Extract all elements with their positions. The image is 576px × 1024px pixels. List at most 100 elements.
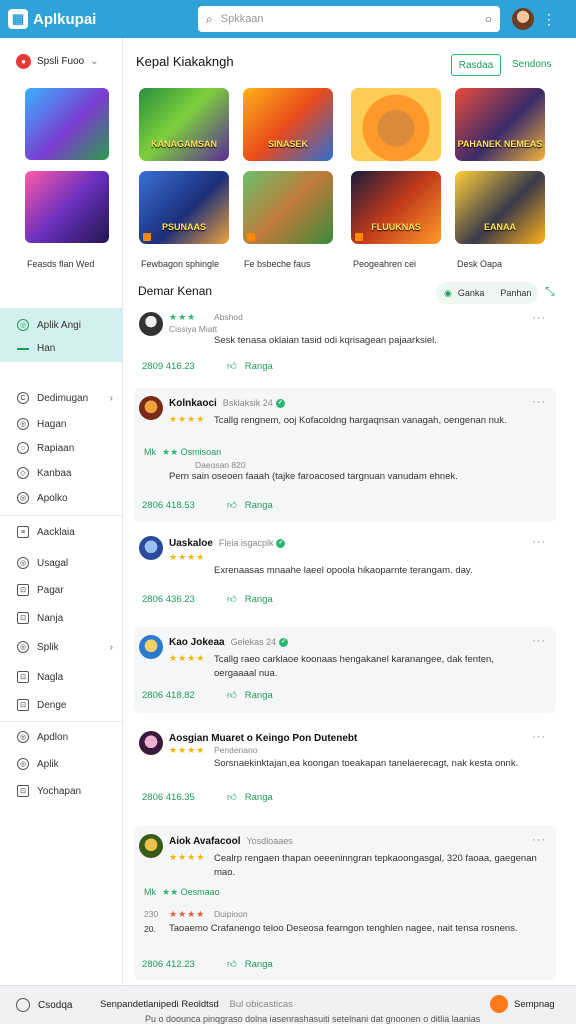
target-icon: ◎	[17, 758, 29, 770]
review-card: Aosgian Muaret o Keingo Pon Dutenebt ···…	[134, 723, 556, 819]
sidebar-item-apdlon[interactable]: ◎ Apdlon	[17, 731, 113, 743]
see-all-link[interactable]: Sendons	[512, 59, 551, 70]
reviewer-avatar[interactable]	[139, 834, 163, 858]
sidebar-item-yochapan[interactable]: ⊡ Yochapan	[17, 785, 113, 797]
sidebar-item-nagla[interactable]: ⊡ Nagla	[17, 671, 113, 683]
sidebar-item-usagal[interactable]: ◎ Usagal	[17, 557, 113, 569]
like-button[interactable]: 👍︎ Ranga	[227, 791, 273, 804]
sidebar-item-denge[interactable]: ⊡ Denge	[17, 699, 113, 711]
review-date: Gelekas 24	[230, 637, 277, 647]
primary-outline-button[interactable]: Rasdaa	[451, 54, 501, 76]
game-tile[interactable]	[243, 171, 333, 244]
sidebar-item-kanbaa[interactable]: ◇ Kanbaa	[17, 467, 113, 479]
target-icon: ◎	[17, 492, 29, 504]
reply-stars: ★★	[162, 887, 179, 897]
more-options-icon[interactable]: ···	[532, 635, 546, 647]
like-button[interactable]: 👍︎ Ranga	[226, 593, 273, 606]
like-button[interactable]: 👍︎ Ranga	[227, 499, 273, 512]
main-content: Kepal Kiakakngh Rasdaa Sendons KANAGAMSA…	[123, 38, 576, 985]
review-footer: 2806 418.53 👍︎ Ranga	[142, 499, 273, 512]
sidebar-item-active[interactable]: ◎ Aplik Angi	[17, 319, 113, 331]
app-logo[interactable]: ▦ Aplkupai	[8, 9, 198, 29]
bottom-right-item[interactable]: Sempnag	[490, 995, 555, 1013]
game-tile[interactable]: KANAGAMSAN	[139, 88, 229, 161]
game-tile[interactable]: FLUUKNAS	[351, 171, 441, 244]
review-subline: Pendenano	[214, 745, 258, 755]
sidebar-thumbnail-1[interactable]	[25, 88, 109, 160]
collapse-icon[interactable]: ⤡	[545, 284, 555, 299]
reply-lead: 230	[144, 909, 159, 919]
game-title: EANAA	[483, 222, 516, 232]
more-vertical-icon[interactable]: ⋮	[542, 11, 556, 28]
like-button[interactable]: 👍︎ Ranga	[227, 689, 273, 702]
more-options-icon[interactable]: ···	[532, 536, 546, 548]
list-icon: ≡	[17, 526, 29, 538]
review-text: Sorsnaekinktajan,ea koongan toeakapan ta…	[214, 758, 519, 769]
more-options-icon[interactable]: ···	[532, 834, 546, 846]
game-tile[interactable]: PSUNAAS	[139, 171, 229, 244]
user-avatar[interactable]	[512, 8, 534, 30]
doc-icon: ⊡	[17, 699, 29, 711]
review-text: Tcallg raeo carklaoe koonaas hengakanel …	[214, 654, 494, 679]
sidebar-thumbnail-2[interactable]	[25, 171, 109, 243]
sidebar-item-label: Aacklaia	[37, 526, 75, 538]
sidebar-item-splik[interactable]: ◎ Splik ›	[17, 641, 113, 653]
like-label: Ranga	[244, 689, 273, 701]
like-button[interactable]: 👍︎ Ranga	[227, 360, 273, 373]
review-filter-chip[interactable]: ◉ Ganka Panhan	[436, 282, 538, 304]
sidebar-item-pagar[interactable]: ⊡ Pagar	[17, 584, 113, 596]
like-label: Ranga	[244, 593, 273, 605]
reply-header: Mk ★★ Osmisoan	[144, 447, 221, 458]
review-count: 2806 418.53	[142, 499, 195, 511]
review-footer: 2806 418.82 👍︎ Ranga	[142, 689, 273, 702]
sidebar-item-active-sub[interactable]: Han	[17, 343, 113, 354]
review-subline: Cissiya Miatt	[169, 324, 218, 334]
target-icon: ◎	[17, 418, 29, 430]
sidebar-item-aacklaia[interactable]: ≡ Aacklaia	[17, 526, 113, 538]
reviewer-avatar[interactable]	[139, 396, 163, 420]
diamond-icon: ◇	[17, 467, 29, 479]
sidebar-item-label: Apolko	[37, 492, 68, 504]
sidebar-item-label: Splik	[37, 641, 59, 653]
verified-icon: ✓	[276, 538, 286, 548]
review-date: Abshod	[214, 312, 243, 322]
sidebar-item-label: Pagar	[37, 584, 64, 596]
sidebar-item-hagan[interactable]: ◎ Hagan	[17, 418, 113, 430]
sidebar-item-rapiaan[interactable]: ○ Rapiaan	[17, 442, 113, 454]
game-tile[interactable]	[351, 88, 441, 161]
sidebar-item-label: Nanja	[37, 612, 64, 624]
like-button[interactable]: 👍︎ Ranga	[227, 958, 273, 971]
reviewer-avatar[interactable]	[139, 312, 163, 336]
reviewer-avatar[interactable]	[139, 731, 163, 755]
sidebar-item-label: Dedimugan	[37, 392, 89, 404]
search-input[interactable]: Spkkaan	[221, 13, 477, 25]
review-text: Cealrp rengaen thapan oeeeninngran tepka…	[214, 853, 537, 878]
sidebar-item-aplik[interactable]: ◎ Aplik	[17, 758, 113, 770]
sidebar-item-apolko[interactable]: ◎ Apolko	[17, 492, 113, 504]
bottom-left-item[interactable]: Csodqa	[16, 998, 72, 1012]
game-tile[interactable]: SINASEK	[243, 88, 333, 161]
review-count: 2806 418.82	[142, 689, 195, 701]
review-footer: 2806 416.35 👍︎ Ranga	[142, 791, 273, 804]
more-options-icon[interactable]: ···	[532, 312, 546, 324]
rating-stars: ★★★★	[169, 653, 206, 663]
sidebar-item-dedimugan[interactable]: C Dedimugan ›	[17, 392, 113, 404]
sidebar-item-nanja[interactable]: ⊡ Nanja	[17, 612, 113, 624]
profile-selector[interactable]: ● Spsli Fuoo ⌄	[0, 38, 122, 69]
chevron-right-icon: ›	[109, 641, 113, 653]
review-text: Sesk tenasa oklaian tasid odi kqrisagean…	[214, 335, 437, 346]
game-tile[interactable]: PAHANEK NEMEAS	[455, 88, 545, 161]
more-options-icon[interactable]: ···	[532, 731, 546, 743]
reviewer-avatar[interactable]	[139, 536, 163, 560]
top-bar: ▦ Aplkupai ⌕ Spkkaan ○ ⋮	[0, 0, 576, 38]
app-name: Aplkupai	[33, 10, 97, 28]
game-tile[interactable]: EANAA	[455, 171, 545, 244]
reviewer-avatar[interactable]	[139, 635, 163, 659]
search-box[interactable]: ⌕ Spkkaan ○	[198, 6, 500, 32]
thumb-icon: ⊡	[17, 612, 29, 624]
search-submit-icon[interactable]: ○	[485, 12, 492, 26]
tag-icon: ⊡	[17, 584, 29, 596]
reply-sub: Duipioon	[214, 909, 248, 919]
more-options-icon[interactable]: ···	[532, 396, 546, 408]
thumbs-up-icon: 👍︎	[226, 594, 237, 605]
